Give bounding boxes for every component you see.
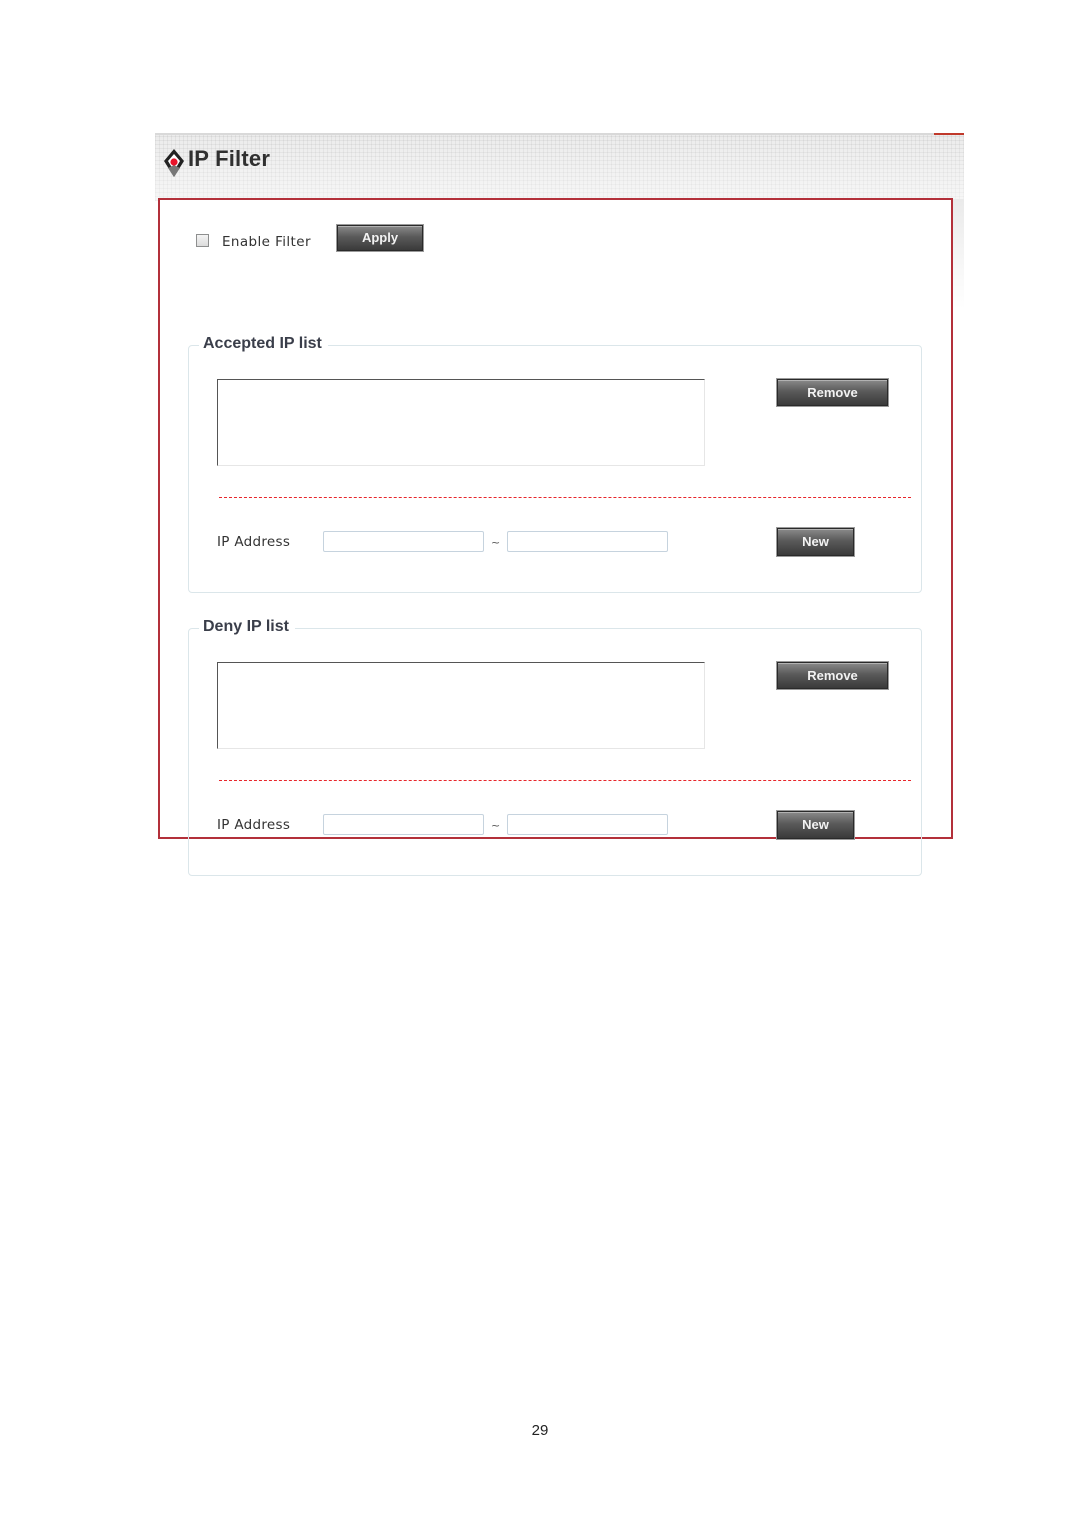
accepted-remove-button[interactable]: Remove [776, 378, 889, 407]
accepted-ip-legend: Accepted IP list [199, 335, 328, 353]
accepted-ip-from-input[interactable] [323, 531, 484, 552]
accepted-new-button[interactable]: New [776, 527, 855, 557]
page-title: IP Filter [188, 146, 271, 171]
enable-filter-checkbox[interactable] [196, 234, 209, 247]
dashed-divider [219, 780, 911, 781]
accepted-ip-to-input[interactable] [507, 531, 668, 552]
enable-filter-label: Enable Filter [222, 234, 311, 250]
deny-ip-legend: Deny IP list [199, 618, 295, 636]
ip-filter-panel: IP Filter Enable Filter Apply Accepted I… [155, 133, 964, 876]
content-frame: Enable Filter Apply Accepted IP list Rem… [158, 198, 953, 876]
deny-range-separator: ~ [491, 819, 501, 832]
accepted-ip-address-label: IP Address [217, 534, 291, 550]
dashed-divider [219, 497, 911, 498]
accepted-ip-section: Accepted IP list Remove IP Address ~ New [188, 335, 922, 593]
deny-ip-from-input[interactable] [323, 814, 484, 835]
header-accent [934, 133, 964, 135]
deny-ip-to-input[interactable] [507, 814, 668, 835]
deny-ip-section: Deny IP list Remove IP Address ~ New [188, 618, 922, 876]
header-bar: IP Filter [155, 133, 964, 201]
page-number: 29 [531, 1422, 549, 1439]
deny-new-button[interactable]: New [776, 810, 855, 840]
deny-ip-address-label: IP Address [217, 817, 291, 833]
accepted-range-separator: ~ [491, 536, 501, 549]
apply-button[interactable]: Apply [336, 224, 424, 252]
accepted-ip-listbox[interactable] [217, 379, 705, 466]
deny-ip-listbox[interactable] [217, 662, 705, 749]
deny-remove-button[interactable]: Remove [776, 661, 889, 690]
diamond-logo-icon [164, 149, 184, 177]
